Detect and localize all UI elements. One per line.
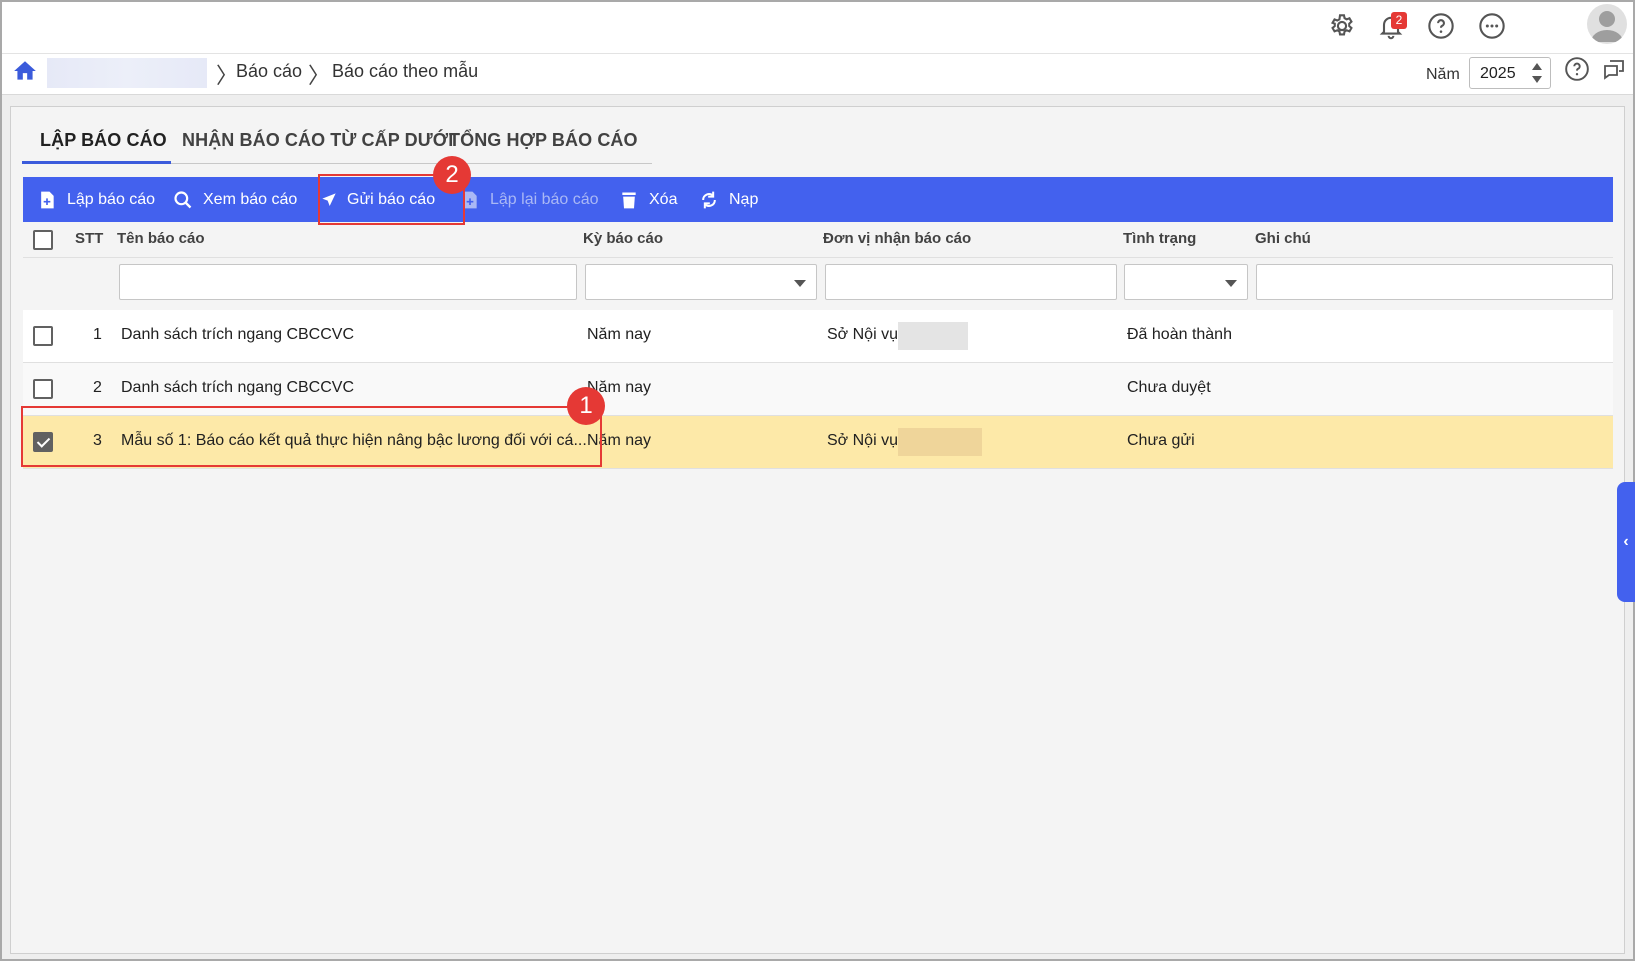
step-badge-1: 1 (567, 387, 605, 425)
reload-button[interactable]: Nạp (699, 177, 758, 222)
cell-name: Danh sách trích ngang CBCCVC (121, 379, 354, 396)
gear-icon[interactable] (1326, 10, 1358, 42)
column-receiver: Đơn vị nhận báo cáo (823, 230, 972, 247)
chevron-left-icon: ‹ (1623, 533, 1629, 550)
column-status: Tình trạng (1123, 230, 1197, 247)
column-stt: STT (75, 230, 104, 247)
cell-status: Chưa duyệt (1127, 379, 1211, 396)
bell-icon[interactable]: 2 (1375, 10, 1407, 42)
view-report-button[interactable]: Xem báo cáo (173, 177, 297, 222)
status-filter-select[interactable] (1124, 264, 1248, 300)
tab-bar: LẬP BÁO CÁO NHẬN BÁO CÁO TỪ CẤP DƯỚI TỔN… (22, 118, 652, 164)
cell-receiver: Sở Nội vụ (827, 432, 898, 449)
name-filter-input[interactable] (119, 264, 577, 300)
cell-status: Chưa gửi (1127, 432, 1195, 449)
highlight-selected-row (21, 406, 602, 467)
create-report-label: Lập báo cáo (67, 190, 156, 208)
table-row[interactable]: 1 Danh sách trích ngang CBCCVC Năm nay S… (23, 310, 1613, 363)
view-report-label: Xem báo cáo (203, 190, 298, 208)
column-note: Ghi chú (1255, 230, 1311, 247)
row-checkbox[interactable] (33, 379, 53, 399)
trash-icon (622, 192, 636, 208)
note-filter-input[interactable] (1256, 264, 1613, 300)
recreate-report-button[interactable]: Lập lại báo cáo (460, 177, 599, 222)
cell-status: Đã hoàn thành (1127, 326, 1232, 343)
feedback-icon[interactable] (1599, 54, 1629, 84)
toolbar: Lập báo cáo Xem báo cáo Gửi báo cáo Lập … (23, 177, 1613, 222)
active-tab-indicator (22, 161, 171, 164)
home-icon[interactable] (12, 58, 38, 84)
crumb-bao-cao[interactable]: Báo cáo (236, 61, 302, 82)
table-header: STT Tên báo cáo Kỳ báo cáo Đơn vị nhận b… (23, 222, 1613, 257)
crumb-bao-cao-theo-mau: Báo cáo theo mẫu (332, 61, 479, 81)
cell-stt: 1 (93, 326, 102, 343)
refresh-icon (702, 191, 716, 208)
create-report-button[interactable]: Lập báo cáo (37, 177, 155, 222)
search-icon (174, 190, 192, 208)
redacted-text (898, 322, 968, 350)
help-icon[interactable] (1425, 10, 1457, 42)
column-name: Tên báo cáo (117, 230, 205, 247)
year-stepper[interactable]: 2025 (1469, 57, 1551, 89)
cell-receiver: Sở Nội vụ (827, 326, 898, 343)
cell-period: Năm nay (587, 326, 652, 343)
reload-label: Nạp (729, 190, 759, 208)
select-all-checkbox[interactable] (33, 230, 53, 250)
notification-badge: 2 (1391, 12, 1407, 29)
spinner-arrows-icon[interactable] (1530, 60, 1544, 86)
tab-lap-bao-cao[interactable]: LẬP BÁO CÁO (40, 130, 167, 151)
crumb-separator: 〉 (308, 63, 331, 88)
recreate-report-label: Lập lại báo cáo (490, 190, 599, 208)
step-badge-2: 2 (433, 156, 471, 194)
cell-name: Danh sách trích ngang CBCCVC (121, 326, 354, 343)
redacted-text (898, 428, 982, 456)
delete-label: Xóa (649, 190, 678, 208)
filter-row (23, 257, 1613, 309)
crumb-redacted (47, 58, 207, 88)
crumb-separator: 〉 (216, 63, 239, 88)
new-file-icon (41, 191, 54, 208)
period-filter-select[interactable] (585, 264, 817, 300)
receiver-filter-input[interactable] (825, 264, 1117, 300)
top-bar: 2 (2, 2, 1633, 54)
chevron-down-icon (794, 280, 806, 287)
cell-stt: 2 (93, 379, 102, 396)
column-period: Kỳ báo cáo (583, 230, 664, 247)
tab-tong-hop-bao-cao[interactable]: TỔNG HỢP BÁO CÁO (449, 130, 638, 151)
more-icon[interactable] (1476, 10, 1508, 42)
help-icon[interactable] (1562, 54, 1592, 84)
side-panel-toggle[interactable]: ‹ (1617, 482, 1635, 602)
delete-button[interactable]: Xóa (619, 177, 677, 222)
row-checkbox[interactable] (33, 326, 53, 346)
chevron-down-icon (1225, 280, 1237, 287)
breadcrumb: 〉 Báo cáo 〉 Báo cáo theo mẫu Năm 2025 (2, 54, 1633, 94)
year-value: 2025 (1480, 65, 1516, 82)
avatar[interactable] (1587, 4, 1627, 44)
tab-nhan-bao-cao[interactable]: NHẬN BÁO CÁO TỪ CẤP DƯỚI (182, 130, 453, 151)
year-label: Năm (1426, 66, 1460, 83)
